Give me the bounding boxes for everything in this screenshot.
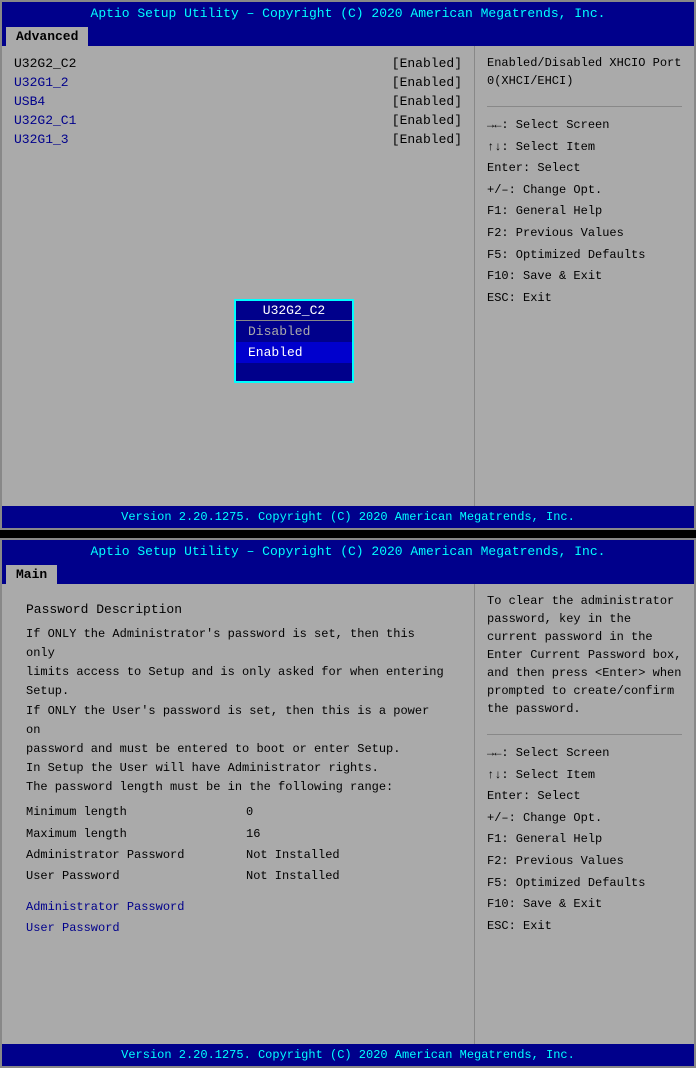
screen2-help-text: To clear the administrator password, key… [487,592,682,718]
setting-row-u32g1-3[interactable]: U32G1_3 [Enabled] [14,130,462,149]
sc2-f1: F1: General Help [487,829,682,851]
shortcut-enter-select: Enter: Select [487,158,682,180]
pw-min-length: Minimum length 0 [26,803,450,822]
pw-user-status-label: User Password [26,867,246,886]
pw-user-link[interactable]: User Password [26,919,450,938]
pw-user-status-value: Not Installed [246,867,340,886]
setting-value-u32g1-3: [Enabled] [392,132,462,147]
screen1-right-panel: Enabled/Disabled XHCIO Port 0(XHCI/EHCI)… [474,46,694,506]
setting-row-u32g2c1[interactable]: U32G2_C1 [Enabled] [14,111,462,130]
setting-name-u32g1-3: U32G1_3 [14,132,69,147]
pw-min-label: Minimum length [26,803,246,822]
sc2-change-opt: +/–: Change Opt. [487,808,682,830]
screen2: Aptio Setup Utility – Copyright (C) 2020… [0,538,696,1068]
pw-desc-line7: The password length must be in the follo… [26,778,450,797]
setting-name-usb4: USB4 [14,94,45,109]
pw-desc-line4: If ONLY the User's password is set, then… [26,702,450,740]
tab-main[interactable]: Main [6,565,57,584]
screen2-tab-bar: Main [2,563,694,584]
shortcut-f5: F5: Optimized Defaults [487,245,682,267]
pw-max-length: Maximum length 16 [26,825,450,844]
screen2-divider [487,734,682,735]
pw-desc-line2: limits access to Setup and is only asked… [26,663,450,682]
screen2-version: Version 2.20.1275. Copyright (C) 2020 Am… [121,1048,575,1062]
setting-name-u32g1-2: U32G1_2 [14,75,69,90]
dropdown-title: U32G2_C2 [236,301,352,321]
setting-row-usb4[interactable]: USB4 [Enabled] [14,92,462,111]
pw-max-label: Maximum length [26,825,246,844]
screen1-shortcuts: →←: Select Screen ↑↓: Select Item Enter:… [487,115,682,309]
screen2-top-bar: Aptio Setup Utility – Copyright (C) 2020… [2,540,694,563]
setting-value-u32g1-2: [Enabled] [392,75,462,90]
sc2-f2: F2: Previous Values [487,851,682,873]
screen2-left-panel: Password Description If ONLY the Adminis… [2,584,474,1044]
screen2-content: Password Description If ONLY the Adminis… [2,584,694,1044]
screen2-bottom-bar: Version 2.20.1275. Copyright (C) 2020 Am… [2,1044,694,1066]
shortcut-esc: ESC: Exit [487,288,682,310]
screen1-left-panel: U32G2_C2 [Enabled] U32G1_2 [Enabled] USB… [2,46,474,506]
screen1-content: U32G2_C2 [Enabled] U32G1_2 [Enabled] USB… [2,46,694,506]
tab-advanced[interactable]: Advanced [6,27,88,46]
shortcut-f2: F2: Previous Values [487,223,682,245]
setting-row-u32g1-2[interactable]: U32G1_2 [Enabled] [14,73,462,92]
sc2-f5: F5: Optimized Defaults [487,873,682,895]
pw-admin-status-label: Administrator Password [26,846,246,865]
pw-desc-title: Password Description [26,600,450,621]
pw-desc-line6: In Setup the User will have Administrato… [26,759,450,778]
shortcut-change-opt: +/–: Change Opt. [487,180,682,202]
password-content: Password Description If ONLY the Adminis… [14,592,462,947]
screen1-divider [487,106,682,107]
screen1-bottom-bar: Version 2.20.1275. Copyright (C) 2020 Am… [2,506,694,528]
screen2-title: Aptio Setup Utility – Copyright (C) 2020… [91,544,606,559]
setting-value-usb4: [Enabled] [392,94,462,109]
dropdown-option-disabled[interactable]: Disabled [236,321,352,342]
dropdown-option-enabled[interactable]: Enabled [236,342,352,363]
setting-name-u32g2c2: U32G2_C2 [14,56,76,71]
setting-value-u32g2c2: [Enabled] [392,56,462,71]
pw-max-value: 16 [246,825,260,844]
shortcut-select-screen: →←: Select Screen [487,115,682,137]
screen2-shortcuts: →←: Select Screen ↑↓: Select Item Enter:… [487,743,682,937]
screen1-title: Aptio Setup Utility – Copyright (C) 2020… [91,6,606,21]
shortcut-select-item: ↑↓: Select Item [487,137,682,159]
sc2-select-item: ↑↓: Select Item [487,765,682,787]
sc2-esc: ESC: Exit [487,916,682,938]
screen1-help-text: Enabled/Disabled XHCIO Port 0(XHCI/EHCI) [487,54,682,90]
setting-name-u32g2c1: U32G2_C1 [14,113,76,128]
sc2-enter: Enter: Select [487,786,682,808]
screen1-version: Version 2.20.1275. Copyright (C) 2020 Am… [121,510,575,524]
pw-admin-status: Administrator Password Not Installed [26,846,450,865]
pw-user-status: User Password Not Installed [26,867,450,886]
shortcut-f10: F10: Save & Exit [487,266,682,288]
screen1-top-bar: Aptio Setup Utility – Copyright (C) 2020… [2,2,694,25]
pw-min-value: 0 [246,803,253,822]
screen2-right-panel: To clear the administrator password, key… [474,584,694,1044]
screen-gap [0,530,696,534]
sc2-select-screen: →←: Select Screen [487,743,682,765]
pw-desc-line1: If ONLY the Administrator's password is … [26,625,450,663]
pw-desc-line5: password and must be entered to boot or … [26,740,450,759]
setting-row-u32g2c2[interactable]: U32G2_C2 [Enabled] [14,54,462,73]
screen1: Aptio Setup Utility – Copyright (C) 2020… [0,0,696,530]
pw-admin-status-value: Not Installed [246,846,340,865]
sc2-f10: F10: Save & Exit [487,894,682,916]
pw-admin-link[interactable]: Administrator Password [26,898,450,917]
dropdown-popup[interactable]: U32G2_C2 Disabled Enabled [234,299,354,383]
screen1-tab-bar: Advanced [2,25,694,46]
setting-value-u32g2c1: [Enabled] [392,113,462,128]
pw-desc-line3: Setup. [26,682,450,701]
shortcut-f1: F1: General Help [487,201,682,223]
